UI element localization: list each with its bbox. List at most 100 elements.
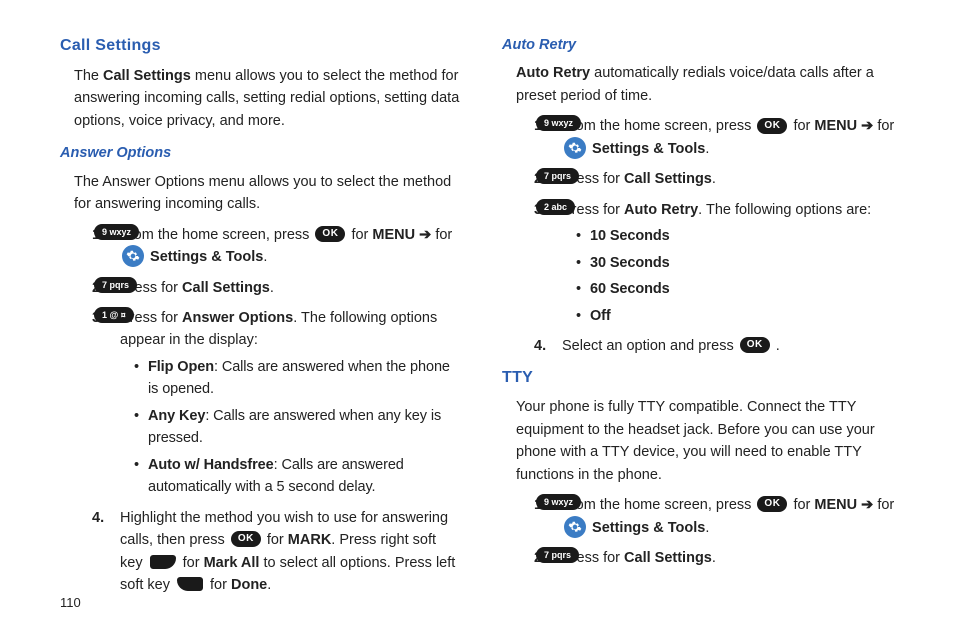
text: for (161, 310, 182, 326)
text-bold: Settings & Tools (150, 249, 263, 265)
list-item: 60 Seconds (576, 278, 904, 300)
one-key-icon: 1 @ ¤ (94, 307, 134, 323)
text: for (877, 497, 894, 513)
text: for (351, 227, 372, 243)
text-bold: Auto Retry (624, 202, 698, 218)
text-bold: 10 Seconds (590, 228, 670, 244)
right-column: Auto Retry Auto Retry automatically redi… (502, 34, 904, 605)
text-bold: MENU (372, 227, 415, 243)
text-bold: 60 Seconds (590, 281, 670, 297)
text-bold: 30 Seconds (590, 255, 670, 271)
answer-steps: 1. From the home screen, press OK for ME… (92, 224, 462, 597)
list-item: Off (576, 305, 904, 327)
text: for (267, 532, 288, 548)
two-key-icon: 2 abc (536, 199, 575, 215)
heading-tty: TTY (502, 366, 904, 391)
answer-options-intro: The Answer Options menu allows you to se… (74, 171, 462, 216)
period: . (705, 520, 709, 536)
text: From the home screen, press (120, 227, 313, 243)
text: for (793, 497, 814, 513)
step-4: 4. Select an option and press OK . (534, 335, 904, 357)
text-bold: Any Key (148, 408, 205, 424)
step-3: 3. Press 1 @ ¤ for Answer Options. The f… (92, 307, 462, 499)
text: The (74, 68, 103, 84)
ok-key-icon: OK (757, 118, 787, 134)
period: . (772, 338, 780, 354)
list-item: Any Key: Calls are answered when any key… (134, 405, 462, 450)
gear-icon (122, 245, 144, 267)
step-1: 1. From the home screen, press OK for ME… (534, 494, 904, 539)
page-number: 110 (60, 595, 81, 610)
text: for (161, 280, 182, 296)
period: . (267, 577, 271, 593)
call-settings-intro: The Call Settings menu allows you to sel… (74, 65, 462, 132)
seven-key-icon: 7 pqrs (536, 547, 579, 563)
text-bold: Off (590, 308, 611, 324)
list-item: 30 Seconds (576, 252, 904, 274)
tty-intro: Your phone is fully TTY compatible. Conn… (516, 396, 904, 486)
left-softkey-icon (177, 577, 203, 591)
text-bold: Settings & Tools (592, 141, 705, 157)
heading-answer-options: Answer Options (60, 142, 462, 164)
text-bold: Auto Retry (516, 65, 590, 81)
gear-icon (564, 137, 586, 159)
step-number: 4. (534, 335, 546, 357)
step-1: 1. From the home screen, press OK for ME… (92, 224, 462, 269)
list-item: Flip Open: Calls are answered when the p… (134, 356, 462, 401)
step-1: 1. From the home screen, press OK for ME… (534, 115, 904, 160)
step-number: 4. (92, 507, 104, 529)
text-bold: Call Settings (624, 171, 712, 187)
nine-key-icon: 9 wxyz (94, 224, 139, 240)
period: . (705, 141, 709, 157)
ok-key-icon: OK (757, 496, 787, 512)
columns: Call Settings The Call Settings menu all… (60, 34, 904, 605)
text-bold: Call Settings (103, 68, 191, 84)
text: From the home screen, press (562, 118, 755, 134)
answer-option-list: Flip Open: Calls are answered when the p… (134, 356, 462, 499)
text-bold: Flip Open (148, 359, 214, 375)
arrow-icon: ➔ (419, 227, 435, 243)
auto-retry-options: 10 Seconds 30 Seconds 60 Seconds Off (576, 225, 904, 327)
seven-key-icon: 7 pqrs (94, 277, 137, 293)
ok-key-icon: OK (315, 226, 345, 242)
step-3: 3. Press 2 abc for Auto Retry. The follo… (534, 199, 904, 327)
step-4: 4. Highlight the method you wish to use … (92, 507, 462, 597)
text-bold: Mark All (204, 555, 260, 571)
text: for (603, 550, 624, 566)
ok-key-icon: OK (231, 531, 261, 547)
nine-key-icon: 9 wxyz (536, 494, 581, 510)
text-bold: Answer Options (182, 310, 293, 326)
text: Select an option and press (562, 338, 738, 354)
arrow-icon: ➔ (861, 497, 877, 513)
text-bold: MENU (814, 118, 857, 134)
text-bold: Call Settings (182, 280, 270, 296)
text: for (210, 577, 231, 593)
arrow-icon: ➔ (861, 118, 877, 134)
text-bold: MENU (814, 497, 857, 513)
ok-key-icon: OK (740, 337, 770, 353)
step-2: 2. Press 7 pqrs for Call Settings. (534, 547, 904, 569)
right-softkey-icon (150, 555, 176, 569)
step-2: 2. Press 7 pqrs for Call Settings. (534, 168, 904, 190)
period: . (263, 249, 267, 265)
step-2: 2. Press 7 pqrs for Call Settings. (92, 277, 462, 299)
left-column: Call Settings The Call Settings menu all… (60, 34, 462, 605)
list-item: Auto w/ Handsfree: Calls are answered au… (134, 454, 462, 499)
text: for (603, 171, 624, 187)
text: for (603, 202, 624, 218)
text: for (793, 118, 814, 134)
text: From the home screen, press (562, 497, 755, 513)
heading-call-settings: Call Settings (60, 34, 462, 59)
seven-key-icon: 7 pqrs (536, 168, 579, 184)
auto-retry-steps: 1. From the home screen, press OK for ME… (534, 115, 904, 357)
auto-retry-intro: Auto Retry automatically redials voice/d… (516, 62, 904, 107)
period: . (712, 550, 716, 566)
gear-icon (564, 516, 586, 538)
text: for (183, 555, 204, 571)
text-bold: Done (231, 577, 267, 593)
text-bold: MARK (288, 532, 332, 548)
text: for (877, 118, 894, 134)
text-bold: Call Settings (624, 550, 712, 566)
text: . The following options are: (698, 202, 871, 218)
text-bold: Auto w/ Handsfree (148, 457, 274, 473)
